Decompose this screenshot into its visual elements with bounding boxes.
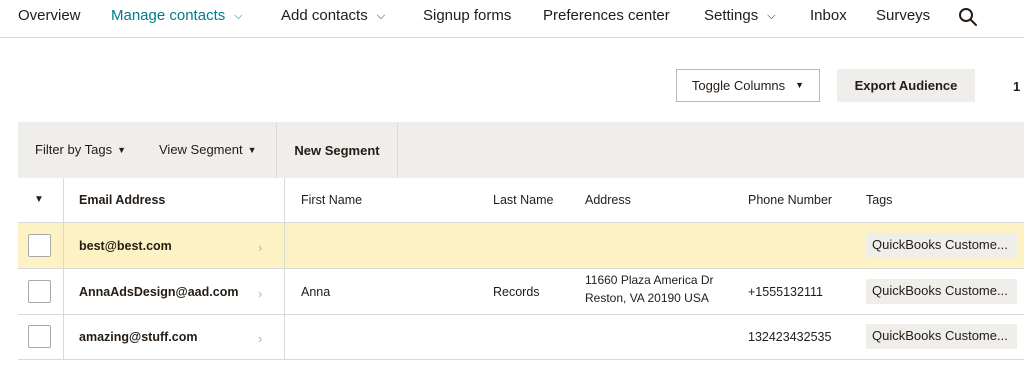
row-checkbox[interactable] xyxy=(28,325,51,348)
new-segment-label: New Segment xyxy=(294,142,380,158)
nav-signup-forms[interactable]: Signup forms xyxy=(423,7,511,24)
column-header-last-name[interactable]: Last Name xyxy=(493,193,553,207)
row-checkbox[interactable] xyxy=(28,280,51,303)
top-nav: Overview Manage contacts ⌵ Add contacts ⌵ … xyxy=(0,0,1024,38)
row-checkbox[interactable] xyxy=(28,234,51,257)
chevron-down-icon: ▼ xyxy=(795,79,805,90)
table-row[interactable]: amazing@stuff.com › 132423432535 QuickBo… xyxy=(18,315,1024,360)
address-cell: 11660 Plaza America Dr Reston, VA 20190 … xyxy=(585,271,714,307)
address-line-2: Reston, VA 20190 USA xyxy=(585,291,709,305)
nav-signup-forms-label: Signup forms xyxy=(423,7,512,24)
chevron-right-icon[interactable]: › xyxy=(258,286,262,301)
view-segment-dropdown[interactable]: View Segment ▼ xyxy=(159,142,257,157)
chevron-down-icon: ▼ xyxy=(247,145,257,155)
nav-inbox-label: Inbox xyxy=(810,7,847,24)
tag-badge[interactable]: QuickBooks Custome... xyxy=(866,233,1017,258)
table-row[interactable]: best@best.com › QuickBooks Custome... xyxy=(18,223,1024,269)
column-divider xyxy=(63,223,64,268)
address-line-1: 11660 Plaza America Dr xyxy=(585,273,714,287)
filter-by-tags-dropdown[interactable]: Filter by Tags ▼ xyxy=(35,142,126,157)
select-all-chevron-icon[interactable]: ▼ xyxy=(34,194,44,205)
nav-add-contacts-label: Add contacts xyxy=(281,7,368,24)
chevron-down-icon: ⌵ xyxy=(376,10,386,22)
tag-badge[interactable]: QuickBooks Custome... xyxy=(866,324,1017,349)
search-icon[interactable] xyxy=(958,7,978,27)
chevron-down-icon: ▼ xyxy=(117,145,126,155)
column-divider xyxy=(63,178,64,222)
column-header-tags[interactable]: Tags xyxy=(866,193,892,207)
nav-inbox[interactable]: Inbox xyxy=(810,7,847,24)
nav-preferences-center[interactable]: Preferences center xyxy=(543,7,670,24)
column-divider xyxy=(63,315,64,359)
chevron-down-icon: ⌵ xyxy=(234,10,243,22)
tag-badge[interactable]: QuickBooks Custome... xyxy=(866,279,1017,304)
filter-by-tags-label: Filter by Tags xyxy=(35,142,113,157)
nav-manage-contacts-label: Manage contacts xyxy=(111,7,226,24)
last-name-cell: Records xyxy=(493,285,540,299)
new-segment-button[interactable]: New Segment xyxy=(276,122,398,178)
chevron-right-icon[interactable]: › xyxy=(258,331,262,346)
nav-overview-label: Overview xyxy=(18,7,81,24)
phone-cell: 132423432535 xyxy=(748,330,832,344)
column-divider xyxy=(63,269,64,314)
column-divider xyxy=(284,269,285,314)
nav-settings[interactable]: Settings ⌵ xyxy=(704,7,776,24)
nav-preferences-center-label: Preferences center xyxy=(543,7,670,24)
email-cell[interactable]: best@best.com xyxy=(79,239,172,253)
column-header-first-name[interactable]: First Name xyxy=(301,193,362,207)
nav-surveys[interactable]: Surveys xyxy=(876,7,930,24)
nav-settings-label: Settings xyxy=(704,7,759,24)
nav-overview[interactable]: Overview xyxy=(18,7,81,24)
pagination-range: 1 - xyxy=(1013,79,1024,94)
column-header-address[interactable]: Address xyxy=(585,193,631,207)
chevron-down-icon: ⌵ xyxy=(767,10,776,22)
column-divider xyxy=(284,315,285,359)
column-divider xyxy=(284,223,285,268)
nav-surveys-label: Surveys xyxy=(876,7,931,24)
toggle-columns-label: Toggle Columns xyxy=(691,78,786,93)
chevron-right-icon[interactable]: › xyxy=(258,240,262,255)
nav-manage-contacts[interactable]: Manage contacts ⌵ xyxy=(111,7,243,24)
email-cell[interactable]: amazing@stuff.com xyxy=(79,330,197,344)
first-name-cell: Anna xyxy=(301,285,331,299)
export-audience-label: Export Audience xyxy=(854,78,958,93)
table-row[interactable]: AnnaAdsDesign@aad.com › Anna Records 116… xyxy=(18,269,1024,315)
phone-cell: +1555132111 xyxy=(748,285,823,299)
column-header-email[interactable]: Email Address xyxy=(79,193,165,207)
nav-add-contacts[interactable]: Add contacts ⌵ xyxy=(281,7,385,24)
export-audience-button[interactable]: Export Audience xyxy=(837,69,975,102)
filter-bar: Filter by Tags ▼ View Segment ▼ New Segmen… xyxy=(18,122,1024,178)
email-cell[interactable]: AnnaAdsDesign@aad.com xyxy=(79,285,238,299)
toggle-columns-button[interactable]: Toggle Columns ▼ xyxy=(676,69,820,102)
table-header: ▼ Email Address First Name Last Name Add… xyxy=(18,178,1024,223)
column-header-phone[interactable]: Phone Number xyxy=(748,193,832,207)
view-segment-label: View Segment xyxy=(159,142,243,157)
column-divider xyxy=(284,178,285,222)
